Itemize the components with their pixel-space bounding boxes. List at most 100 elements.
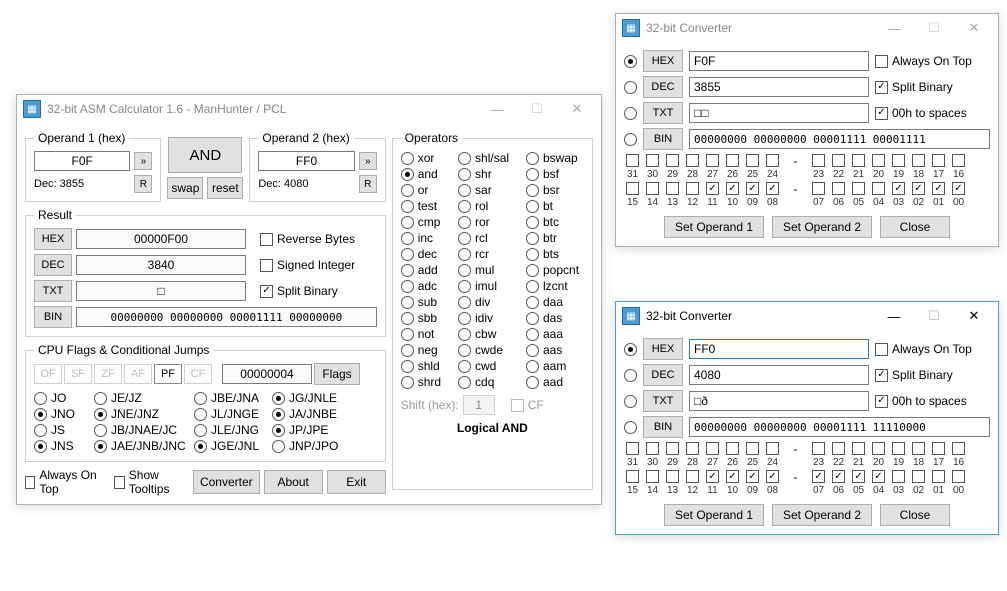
conv2-bit-31[interactable]: 31 [624,442,641,468]
always-on-top-checkbox[interactable]: Always On Top [25,468,100,496]
converter-button[interactable]: Converter [193,470,260,494]
jump-jg-jnle[interactable]: JG/JNLE [272,391,350,405]
conv2-radio-bin[interactable] [624,421,637,434]
set-operand1-button[interactable]: Set Operand 1 [664,504,764,526]
conv2-txt-field[interactable]: □ð [689,391,869,411]
conv1-zero-checkbox[interactable]: ✓00h to spaces [875,106,967,120]
conv1-aot-checkbox[interactable]: Always On Top [875,54,972,68]
operator-add[interactable]: add [401,263,446,277]
operand1-nav-button[interactable]: » [134,152,152,170]
set-operand1-button[interactable]: Set Operand 1 [664,216,764,238]
titlebar[interactable]: ▦ 32-bit Converter — ☐ ✕ [616,302,998,330]
signed-integer-checkbox[interactable]: Signed Integer [260,258,355,272]
conv1-bit-29[interactable]: 29 [664,154,681,180]
jump-jle-jng[interactable]: JLE/JNG [194,423,272,437]
set-operand2-button[interactable]: Set Operand 2 [772,504,872,526]
operator-btc[interactable]: btc [526,215,584,229]
conv2-bit-28[interactable]: 28 [684,442,701,468]
conv1-bit-15[interactable]: 15 [624,182,641,208]
conv2-bit-11[interactable]: ✓11 [704,470,721,496]
conv2-bin-field[interactable]: 00000000 00000000 00001111 11110000 [689,417,990,437]
operator-shr[interactable]: shr [458,167,514,181]
swap-button[interactable]: swap [167,177,203,199]
maximize-button[interactable]: ☐ [914,16,954,40]
split-binary-checkbox[interactable]: ✓Split Binary [260,284,338,298]
conv2-radio-dec[interactable] [624,369,637,382]
conv2-bit-13[interactable]: 13 [664,470,681,496]
operator-sbb[interactable]: sbb [401,311,446,325]
jump-jp-jpe[interactable]: JP/JPE [272,423,350,437]
result-hex[interactable]: 00000F00 [76,229,246,249]
conv1-bit-19[interactable]: 19 [890,154,907,180]
conv2-bit-03[interactable]: 03 [890,470,907,496]
conv2-radio-txt[interactable] [624,395,637,408]
operator-cmp[interactable]: cmp [401,215,446,229]
flags-button[interactable]: Flags [314,363,360,385]
close-button[interactable]: Close [880,504,950,526]
operator-cwde[interactable]: cwde [458,343,514,357]
conv2-split-checkbox[interactable]: ✓Split Binary [875,368,953,382]
jump-jl-jnge[interactable]: JL/JNGE [194,407,272,421]
conv1-bit-26[interactable]: 26 [724,154,741,180]
operator-rcr[interactable]: rcr [458,247,514,261]
conv1-bit-02[interactable]: ✓02 [910,182,927,208]
conv1-bit-20[interactable]: 20 [870,154,887,180]
operator-aad[interactable]: aad [526,375,584,389]
conv1-dec-field[interactable]: 3855 [689,77,869,97]
conv2-bit-00[interactable]: 00 [950,470,967,496]
operand2-nav-button[interactable]: » [359,152,377,170]
result-bin[interactable]: 00000000 00000000 00001111 00000000 [76,307,377,327]
conv1-bit-00[interactable]: ✓00 [950,182,967,208]
jump-jno[interactable]: JNO [34,407,94,421]
operator-xor[interactable]: xor [401,151,446,165]
operator-mul[interactable]: mul [458,263,514,277]
conv2-dec-field[interactable]: 4080 [689,365,869,385]
conv1-radio-hex[interactable] [624,55,637,68]
conv2-bit-23[interactable]: 23 [810,442,827,468]
operator-test[interactable]: test [401,199,446,213]
conv2-bit-12[interactable]: 12 [684,470,701,496]
conv1-bit-22[interactable]: 22 [830,154,847,180]
operator-sar[interactable]: sar [458,183,514,197]
conv1-bit-16[interactable]: 16 [950,154,967,180]
jump-jb-jnae-jc[interactable]: JB/JNAE/JC [94,423,194,437]
conv2-bit-29[interactable]: 29 [664,442,681,468]
operator-aam[interactable]: aam [526,359,584,373]
conv1-radio-dec[interactable] [624,81,637,94]
maximize-button[interactable]: ☐ [517,97,557,121]
operator-bsf[interactable]: bsf [526,167,584,181]
operator-shrd[interactable]: shrd [401,375,446,389]
operator-inc[interactable]: inc [401,231,446,245]
conv2-bit-24[interactable]: 24 [764,442,781,468]
exit-button[interactable]: Exit [327,470,386,494]
conv2-bit-14[interactable]: 14 [644,470,661,496]
conv2-bit-17[interactable]: 17 [930,442,947,468]
operator-cbw[interactable]: cbw [458,327,514,341]
flags-value[interactable]: 00000004 [222,364,312,384]
conv1-bit-17[interactable]: 17 [930,154,947,180]
minimize-button[interactable]: — [477,97,517,121]
reset-button[interactable]: reset [207,177,243,199]
conv1-radio-txt[interactable] [624,107,637,120]
jump-je-jz[interactable]: JE/JZ [94,391,194,405]
jump-jae-jnb-jnc[interactable]: JAE/JNB/JNC [94,439,194,453]
close-button[interactable]: ✕ [954,304,994,328]
jump-jge-jnl[interactable]: JGE/JNL [194,439,272,453]
conv1-bit-21[interactable]: 21 [850,154,867,180]
conv1-bit-12[interactable]: 12 [684,182,701,208]
operator-bswap[interactable]: bswap [526,151,584,165]
conv1-bit-31[interactable]: 31 [624,154,641,180]
operand1-input[interactable]: F0F [34,151,130,171]
jump-jbe-jna[interactable]: JBE/JNA [194,391,272,405]
close-button[interactable]: ✕ [557,97,597,121]
operator-shld[interactable]: shld [401,359,446,373]
jump-jns[interactable]: JNS [34,439,94,453]
minimize-button[interactable]: — [874,16,914,40]
operand1-r-button[interactable]: R [134,175,152,193]
conv2-bit-10[interactable]: ✓10 [724,470,741,496]
close-button[interactable]: Close [880,216,950,238]
operator-div[interactable]: div [458,295,514,309]
conv1-bit-23[interactable]: 23 [810,154,827,180]
conv2-bit-04[interactable]: ✓04 [870,470,887,496]
result-dec[interactable]: 3840 [76,255,246,275]
